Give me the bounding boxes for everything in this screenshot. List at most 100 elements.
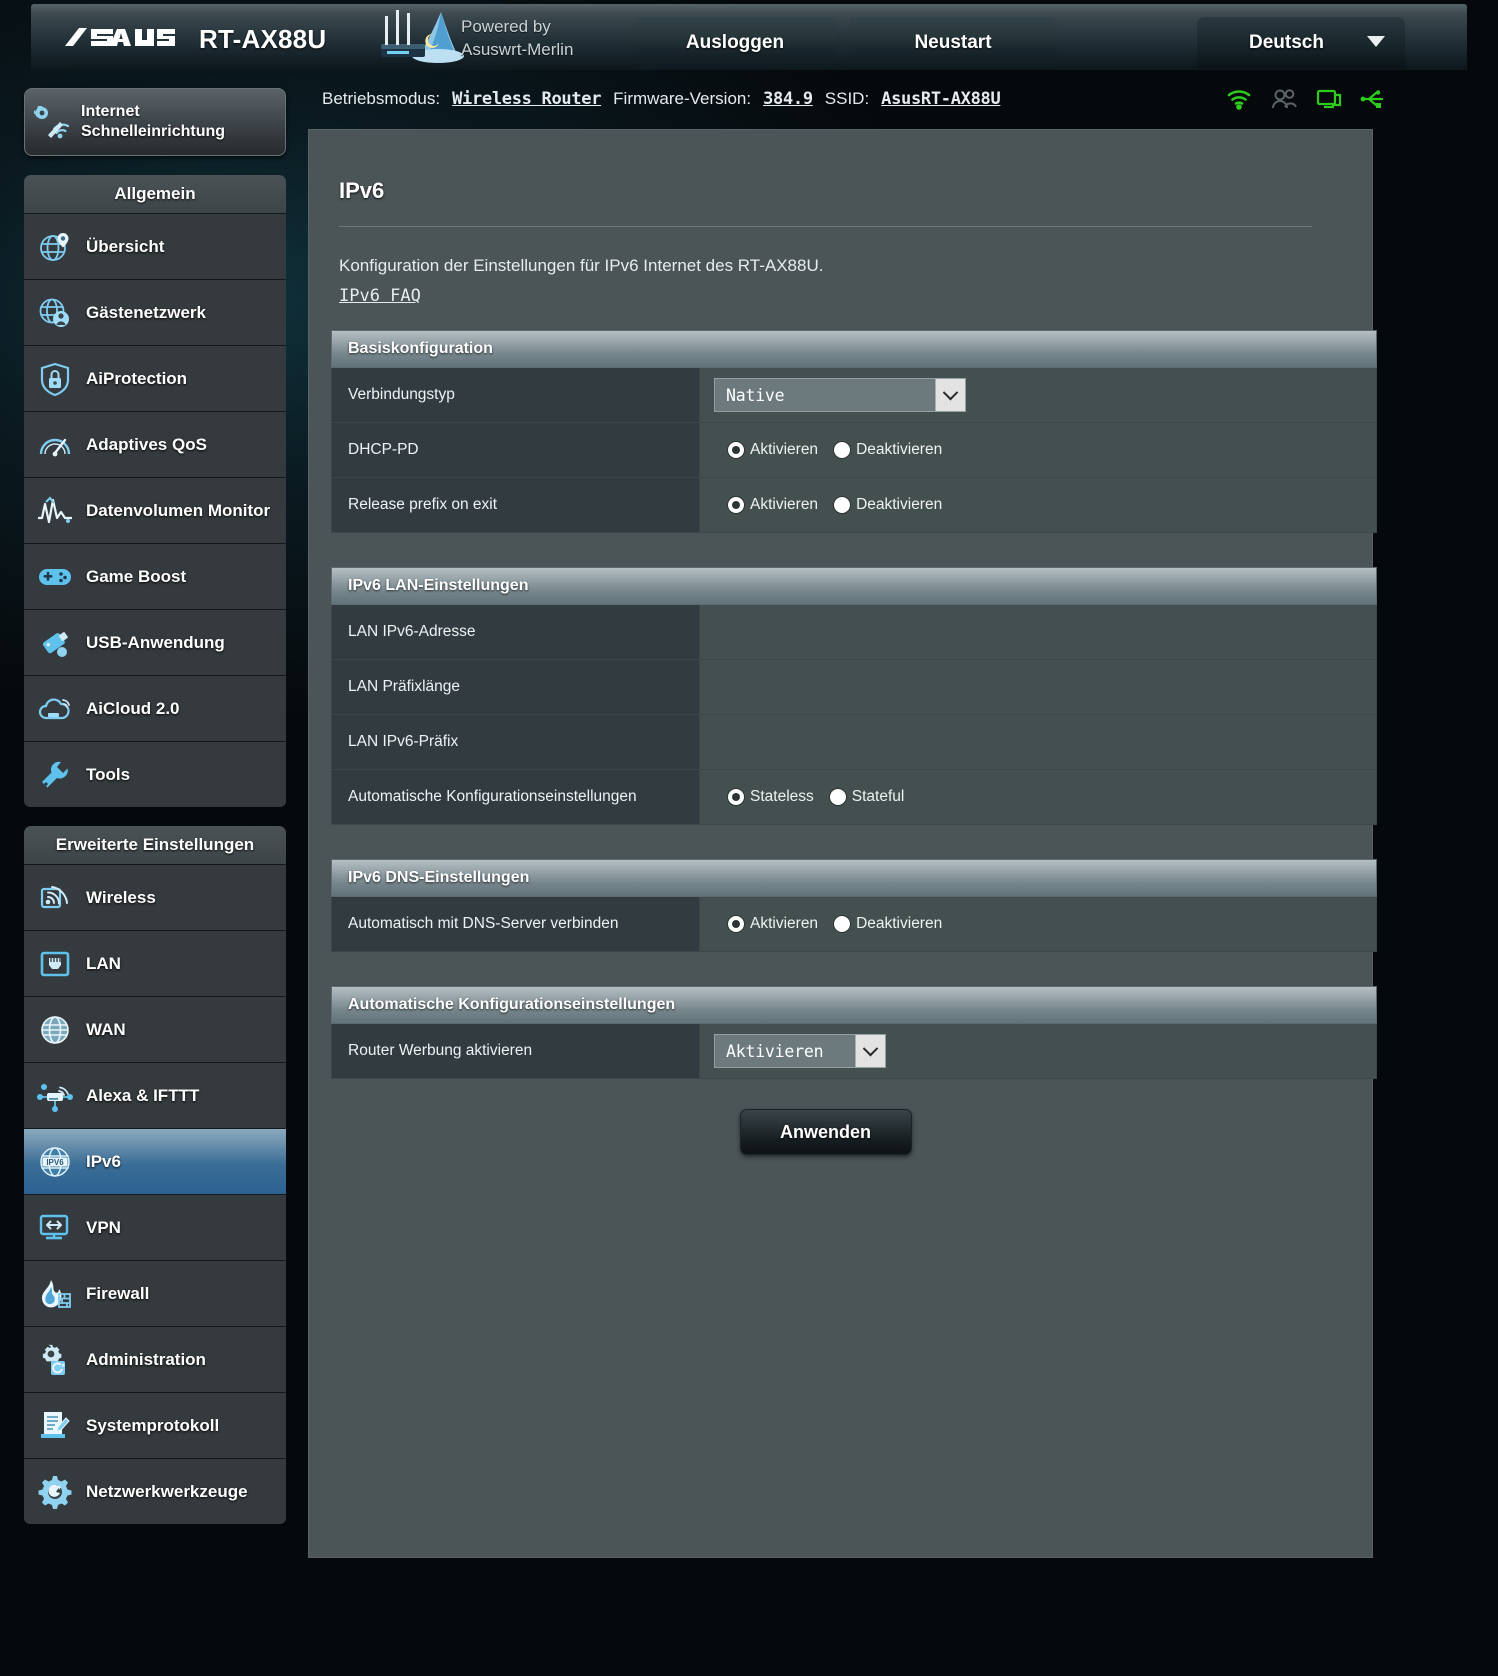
- radio-icon: [728, 442, 744, 458]
- administration-gear-icon: [24, 1343, 86, 1377]
- shield-lock-icon: [24, 362, 86, 396]
- sidebar-item-vpn[interactable]: VPN: [24, 1194, 286, 1260]
- firmware-version-value[interactable]: 384.9: [763, 89, 813, 109]
- top-bar: RT-AX88U Powered by Asuswrt-Merlin Auslo…: [31, 4, 1467, 70]
- sidebar-item-wan[interactable]: WAN: [24, 996, 286, 1062]
- chevron-down-icon[interactable]: [855, 1035, 885, 1067]
- chevron-down-icon[interactable]: [935, 379, 965, 411]
- row-value: Native: [700, 368, 1376, 422]
- dhcp-pd-radio-group: Aktivieren Deaktivieren: [714, 441, 942, 459]
- sidebar-item-label: Datenvolumen Monitor: [86, 500, 271, 520]
- connection-type-value: Native: [726, 385, 785, 405]
- network-map-icon: [24, 231, 86, 263]
- row-label: LAN IPv6-Präfix: [332, 715, 700, 769]
- row-label: Automatisch mit DNS-Server verbinden: [332, 897, 700, 951]
- quick-setup-icon: [25, 105, 81, 139]
- radio-label: Aktivieren: [750, 496, 819, 513]
- row-auto-configuration-settings: Automatische Konfigurationseinstellungen…: [332, 770, 1376, 825]
- language-selector[interactable]: Deutsch: [1197, 17, 1405, 69]
- vpn-monitor-icon: [24, 1213, 86, 1243]
- usb-icon[interactable]: [1360, 88, 1386, 110]
- sidebar-group-advanced-header: Erweiterte Einstellungen: [24, 826, 286, 864]
- powered-by-line2: Asuswrt-Merlin: [461, 40, 574, 59]
- section-basic-configuration: Basiskonfiguration Verbindungstyp Native…: [331, 330, 1377, 533]
- clients-icon[interactable]: [1270, 88, 1298, 110]
- auto-dns-enable-radio[interactable]: Aktivieren: [728, 915, 818, 933]
- autoconfig-stateless-radio[interactable]: Stateless: [728, 788, 814, 806]
- sidebar-group-general: Allgemein Übersicht Gästenetzwerk AiProt…: [24, 175, 286, 807]
- sidebar-item-label: LAN: [86, 953, 121, 973]
- firewall-flame-icon: [24, 1278, 86, 1310]
- lan-ipv6-prefix-value[interactable]: [700, 715, 1376, 769]
- radio-icon: [728, 789, 744, 805]
- radio-label: Deaktivieren: [856, 496, 943, 513]
- radio-icon: [834, 442, 851, 458]
- row-label: DHCP-PD: [332, 423, 700, 477]
- logout-button[interactable]: Ausloggen: [633, 17, 837, 69]
- row-lan-ipv6-prefix: LAN IPv6-Präfix: [332, 715, 1376, 770]
- quick-setup-label-line2: Schnelleinrichtung: [81, 123, 226, 140]
- row-auto-connect-dns: Automatisch mit DNS-Server verbinden Akt…: [332, 897, 1376, 952]
- sidebar-item-game-boost[interactable]: Game Boost: [24, 543, 286, 609]
- router-admin-page: RT-AX88U Powered by Asuswrt-Merlin Auslo…: [0, 0, 1498, 1676]
- row-label: Router Werbung aktivieren: [332, 1024, 700, 1078]
- router-advertisement-select[interactable]: Aktivieren: [714, 1034, 886, 1068]
- sidebar-group-general-header: Allgemein: [24, 175, 286, 213]
- sidebar-item-systemprotokoll[interactable]: Systemprotokoll: [24, 1392, 286, 1458]
- sidebar-item-label: Administration: [86, 1349, 206, 1369]
- row-label: LAN Präfixlänge: [332, 660, 700, 714]
- apply-button[interactable]: Anwenden: [739, 1109, 912, 1155]
- lan-ipv6-address-value[interactable]: [700, 605, 1376, 659]
- radio-icon: [834, 916, 851, 932]
- sidebar-item-uebersicht[interactable]: Übersicht: [24, 213, 286, 279]
- release-prefix-enable-radio[interactable]: Aktivieren: [728, 496, 818, 514]
- autoconfig-stateful-radio[interactable]: Stateful: [829, 788, 904, 806]
- sidebar-item-adaptives-qos[interactable]: Adaptives QoS: [24, 411, 286, 477]
- asus-logo: [63, 24, 175, 51]
- monitor-icon[interactable]: [1316, 88, 1342, 110]
- sidebar-item-usb-anwendung[interactable]: USB-Anwendung: [24, 609, 286, 675]
- operation-mode-value[interactable]: Wireless Router: [452, 89, 601, 109]
- page-description: Konfiguration der Einstellungen für IPv6…: [339, 256, 824, 275]
- reboot-button[interactable]: Neustart: [849, 17, 1057, 69]
- sidebar-item-aiprotection[interactable]: AiProtection: [24, 345, 286, 411]
- sidebar-item-lan[interactable]: LAN: [24, 930, 286, 996]
- row-lan-ipv6-address: LAN IPv6-Adresse: [332, 605, 1376, 660]
- sidebar-item-label: USB-Anwendung: [86, 632, 225, 652]
- row-label: Automatische Konfigurationseinstellungen: [332, 770, 700, 824]
- gauge-icon: [24, 430, 86, 460]
- sidebar-item-aicloud[interactable]: AiCloud 2.0: [24, 675, 286, 741]
- dhcp-pd-enable-radio[interactable]: Aktivieren: [728, 441, 818, 459]
- ssid-value[interactable]: AsusRT-AX88U: [881, 89, 1001, 109]
- sidebar-item-quick-internet-setup[interactable]: Internet Schnelleinrichtung: [24, 88, 286, 156]
- usb-stick-icon: [24, 627, 86, 659]
- sidebar-item-netzwerkwerkzeuge[interactable]: Netzwerkwerkzeuge: [24, 1458, 286, 1524]
- globe-icon: [24, 1014, 86, 1046]
- connection-type-select[interactable]: Native: [714, 378, 966, 412]
- main-content-panel: IPv6 Konfiguration der Einstellungen für…: [308, 129, 1377, 1558]
- dhcp-pd-disable-radio[interactable]: Deaktivieren: [834, 441, 942, 459]
- lan-prefix-length-value[interactable]: [700, 660, 1376, 714]
- wifi-icon[interactable]: [1226, 88, 1252, 110]
- sidebar-item-tools[interactable]: Tools: [24, 741, 286, 807]
- sidebar-item-alexa-ifttt[interactable]: Alexa & IFTTT: [24, 1062, 286, 1128]
- row-value: Aktivieren Deaktivieren: [700, 423, 1376, 477]
- sidebar-item-ipv6[interactable]: IPV6 IPv6: [24, 1128, 286, 1194]
- row-release-prefix-on-exit: Release prefix on exit Aktivieren Deakti…: [332, 478, 1376, 533]
- sidebar-item-datenvolumen-monitor[interactable]: Datenvolumen Monitor: [24, 477, 286, 543]
- sidebar-item-gaestenetzwerk[interactable]: Gästenetzwerk: [24, 279, 286, 345]
- sidebar-item-wireless[interactable]: Wireless: [24, 864, 286, 930]
- release-prefix-disable-radio[interactable]: Deaktivieren: [834, 496, 942, 514]
- quick-setup-label: Internet Schnelleinrichtung: [81, 102, 225, 142]
- sidebar-item-label: Übersicht: [86, 236, 165, 256]
- network-tools-icon: [24, 1475, 86, 1509]
- ipv6-faq-link[interactable]: IPv6 FAQ: [339, 286, 421, 306]
- cloud-icon: [24, 695, 86, 723]
- sidebar-item-administration[interactable]: Administration: [24, 1326, 286, 1392]
- status-line: Betriebsmodus: Wireless Router Firmware-…: [322, 84, 1382, 114]
- sidebar-item-firewall[interactable]: Firewall: [24, 1260, 286, 1326]
- auto-dns-disable-radio[interactable]: Deaktivieren: [834, 915, 942, 933]
- gamepad-icon: [24, 564, 86, 590]
- ipv6-globe-icon: IPV6: [24, 1145, 86, 1179]
- sidebar-item-label: Firewall: [86, 1283, 150, 1303]
